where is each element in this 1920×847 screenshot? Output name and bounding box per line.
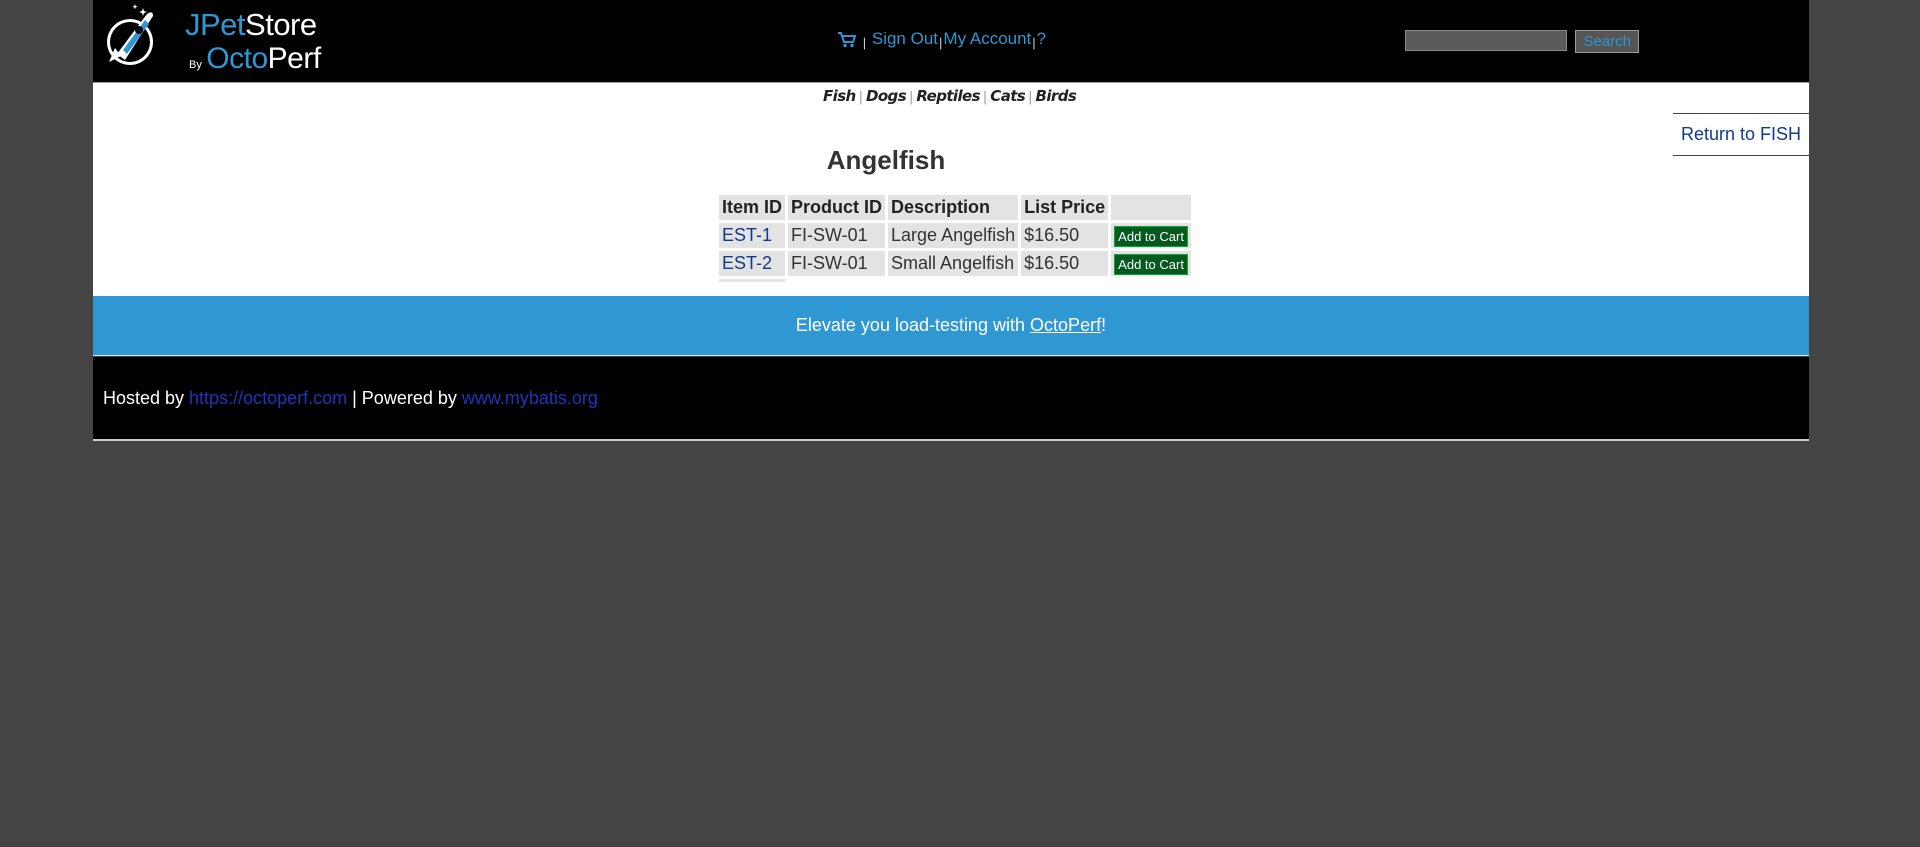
description-cell: Large Angelfish <box>888 223 1019 248</box>
menu-separator: | <box>939 35 943 50</box>
page-container: JPetStore By OctoPerf | Sign Out|My Acco… <box>93 0 1809 441</box>
search-button[interactable]: Search <box>1575 30 1639 53</box>
empty-cell <box>1021 279 1108 282</box>
quicklink-dogs[interactable]: Dogs <box>866 87 907 105</box>
column-header-product-id: Product ID <box>788 195 886 220</box>
footer-text: Hosted by https://octoperf.com | Powered… <box>103 388 598 409</box>
table-row: EST-1 FI-SW-01 Large Angelfish $16.50 Ad… <box>719 223 1191 248</box>
empty-cell <box>788 279 885 282</box>
my-account-link[interactable]: My Account <box>943 29 1031 48</box>
column-header-action <box>1111 195 1191 220</box>
help-link[interactable]: ? <box>1037 29 1046 48</box>
empty-cell <box>1111 279 1191 282</box>
footer-powered-link[interactable]: www.mybatis.org <box>462 388 598 408</box>
banner-octoperf-link[interactable]: OctoPerf <box>1030 315 1101 336</box>
table-header-row: Item ID Product ID Description List Pric… <box>719 195 1191 220</box>
table-row: EST-2 FI-SW-01 Small Angelfish $16.50 Ad… <box>719 251 1191 276</box>
header: JPetStore By OctoPerf | Sign Out|My Acco… <box>93 0 1809 83</box>
category-quicklinks: Fish | Dogs | Reptiles | Cats | Birds <box>823 87 1077 105</box>
menu-separator: | <box>862 35 867 50</box>
quicklink-birds[interactable]: Birds <box>1036 87 1077 105</box>
column-header-item-id: Item ID <box>719 195 786 220</box>
product-title: Angelfish <box>826 145 946 175</box>
menu-separator: | <box>1032 35 1036 50</box>
quicklink-cats[interactable]: Cats <box>990 87 1025 105</box>
return-to-category-link[interactable]: Return to FISH <box>1681 124 1801 145</box>
footer-powered-by: | Powered by <box>347 388 462 408</box>
quicklink-reptiles[interactable]: Reptiles <box>916 87 980 105</box>
back-link-box: Return to FISH <box>1673 113 1809 156</box>
price-cell: $16.50 <box>1021 223 1109 248</box>
description-cell: Small Angelfish <box>888 251 1019 276</box>
item-id-cell: EST-1 <box>719 223 786 248</box>
product-id-cell: FI-SW-01 <box>788 223 886 248</box>
header-menu: | Sign Out|My Account|? <box>837 29 1046 55</box>
logo-octo: Octo <box>206 42 268 75</box>
cart-icon <box>838 32 857 48</box>
column-header-list-price: List Price <box>1021 195 1109 220</box>
item-id-cell: EST-2 <box>719 251 786 276</box>
banner-prefix: Elevate you load-testing with <box>795 315 1026 335</box>
sign-out-link[interactable]: Sign Out <box>872 29 938 48</box>
logo-byline: By OctoPerf <box>189 42 321 76</box>
promo-banner: Elevate you load-testing with OctoPerf! <box>93 296 1809 356</box>
add-to-cart-button[interactable]: Add to Cart <box>1114 253 1188 275</box>
logo-by: By <box>189 59 202 71</box>
price-cell: $16.50 <box>1021 251 1109 276</box>
item-id-link[interactable]: EST-1 <box>722 225 772 245</box>
add-to-cart-button[interactable]: Add to Cart <box>1114 225 1188 247</box>
banner-suffix: ! <box>1101 315 1107 335</box>
footer: Hosted by https://octoperf.com | Powered… <box>93 357 1809 441</box>
quicklink-fish[interactable]: Fish <box>823 87 856 105</box>
content-area: Fish | Dogs | Reptiles | Cats | Birds Return to … <box>93 83 1809 296</box>
search-form: Search <box>1405 30 1639 53</box>
item-id-link[interactable]: EST-2 <box>722 253 772 273</box>
search-input[interactable] <box>1405 30 1567 51</box>
action-cell: Add to Cart <box>1111 223 1191 248</box>
quicklink-separator: | <box>1028 90 1033 105</box>
item-table: Item ID Product ID Description List Pric… <box>716 192 1194 285</box>
logo-wordmark: JPetStore <box>185 7 317 43</box>
rocket-logo-icon <box>107 4 153 65</box>
footer-hosted-link[interactable]: https://octoperf.com <box>189 388 347 408</box>
cart-link[interactable] <box>837 29 862 48</box>
quicklink-separator: | <box>858 90 863 105</box>
jpetstore-logo[interactable]: JPetStore By OctoPerf <box>103 2 323 76</box>
quicklink-separator: | <box>982 90 988 105</box>
footer-hosted-by: Hosted by <box>103 388 190 408</box>
product-id-cell: FI-SW-01 <box>788 251 886 276</box>
empty-cell <box>888 279 1018 282</box>
table-pager-row <box>719 279 1191 282</box>
quicklink-separator: | <box>909 90 914 105</box>
column-header-description: Description <box>888 195 1019 220</box>
logo-jpet: JPet <box>185 7 246 42</box>
pager-cell <box>719 279 786 282</box>
logo-perf: Perf <box>267 42 322 75</box>
action-cell: Add to Cart <box>1111 251 1191 276</box>
logo-store: Store <box>245 7 317 42</box>
